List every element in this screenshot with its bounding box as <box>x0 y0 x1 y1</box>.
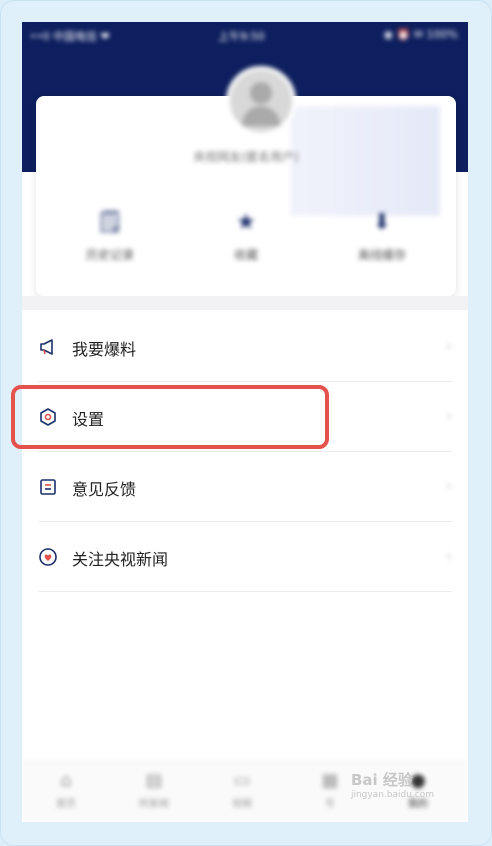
watermark-brand: Bai 经验 <box>350 771 413 789</box>
download-icon: ⬇ <box>372 210 392 235</box>
baidu-watermark: Bai 经验 jingyan.baidu.com <box>351 769 434 800</box>
chevron-right-icon: › <box>445 546 452 565</box>
tv-icon: ▭ <box>233 770 251 791</box>
shortcut-favorites[interactable]: ★ 收藏 <box>186 208 306 263</box>
chevron-right-icon: › <box>445 336 452 355</box>
shortcut-label: 离线缓存 <box>357 248 406 262</box>
nav-home[interactable]: ⌂ 首页 <box>36 770 96 810</box>
nav-video[interactable]: ▭ 视频 <box>212 770 272 810</box>
shortcut-label: 收藏 <box>233 248 258 262</box>
menu-item-follow[interactable]: 关注央视新闻 › <box>22 522 468 592</box>
avatar-head-shape <box>250 82 272 104</box>
menu-item-report[interactable]: 我要爆料 › <box>22 312 468 382</box>
feedback-icon <box>40 479 56 495</box>
username[interactable]: 央视网友(匿名用户) <box>36 148 456 165</box>
menu-item-label: 我要爆料 <box>72 340 137 359</box>
divider <box>38 591 452 592</box>
avatar[interactable] <box>226 66 296 136</box>
shortcut-history[interactable]: 🗒 历史记录 <box>50 208 170 263</box>
menu-item-label: 意见反馈 <box>72 480 137 499</box>
avatar-body-shape <box>242 106 280 126</box>
star-icon: ★ <box>236 210 256 235</box>
menu-item-label: 关注央视新闻 <box>72 550 169 569</box>
nav-listen[interactable]: ▤ 听新闻 <box>124 770 184 810</box>
history-icon: 🗒 <box>96 210 124 235</box>
profile-card: 央视网友(匿名用户) 🗒 历史记录 ★ 收藏 ⬇ 离线缓存 <box>36 66 456 296</box>
section-divider <box>22 296 468 310</box>
shortcut-label: 历史记录 <box>85 248 134 262</box>
menu-item-feedback[interactable]: 意见反馈 › <box>22 452 468 522</box>
chevron-right-icon: › <box>445 476 452 495</box>
nav-label: 听新闻 <box>139 799 169 810</box>
status-bar: ••II 中国电信 ❤ 上午9:50 ◉ ⏰ ✉ 100% <box>22 22 468 48</box>
highlight-box <box>11 385 329 449</box>
megaphone-icon <box>40 339 53 355</box>
status-carrier: ••II 中国电信 ❤ <box>30 30 110 43</box>
nav-label: 视频 <box>232 799 252 810</box>
chevron-right-icon: › <box>445 406 452 425</box>
radio-icon: ▤ <box>145 770 163 791</box>
status-indicators: ◉ ⏰ ✉ 100% <box>383 28 458 41</box>
home-icon: ⌂ <box>60 770 72 791</box>
nav-label: 首页 <box>56 799 76 810</box>
heart-icon <box>39 548 57 566</box>
watermark-url: jingyan.baidu.com <box>350 790 434 800</box>
shortcut-offline-cache[interactable]: ⬇ 离线缓存 <box>322 208 442 263</box>
status-time: 上午9:50 <box>218 30 265 43</box>
settings-menu: 我要爆料 › 设置 › 意见反馈 › 关注央视新闻 › <box>22 312 468 592</box>
